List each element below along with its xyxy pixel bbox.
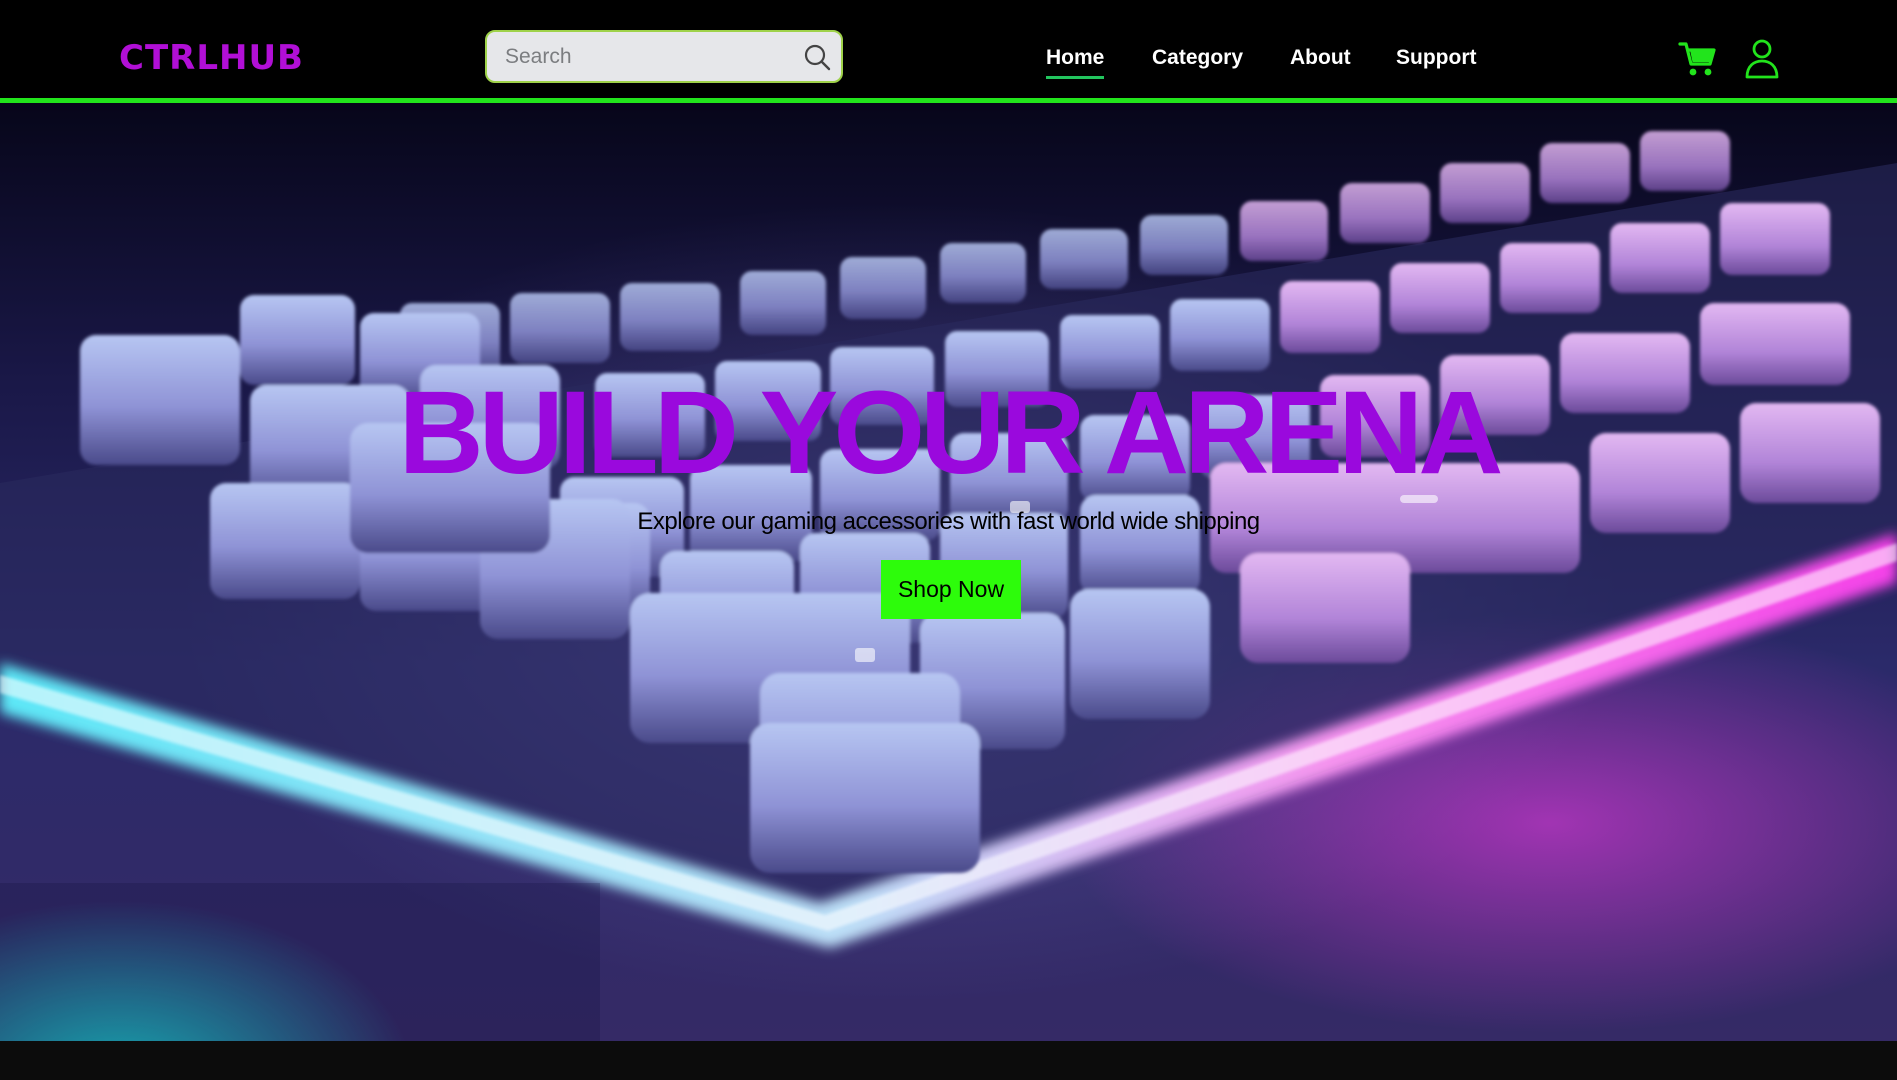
- nav-category[interactable]: Category: [1152, 44, 1243, 72]
- nav-home[interactable]: Home: [1046, 44, 1105, 79]
- brand-logo[interactable]: CTRLHUB: [119, 36, 304, 80]
- hero-subtitle: Explore our gaming accessories with fast…: [637, 508, 1260, 535]
- footer-strip: [0, 1041, 1897, 1080]
- shop-now-button[interactable]: Shop Now: [881, 560, 1021, 619]
- search-box[interactable]: [485, 30, 843, 83]
- site-header: CTRLHUB Home Category About Support: [0, 0, 1897, 103]
- user-icon[interactable]: [1744, 38, 1780, 80]
- search-icon[interactable]: [803, 43, 831, 71]
- hero-banner: BUILD YOUR ARENA Explore our gaming acce…: [0, 103, 1897, 1041]
- search-input[interactable]: [505, 42, 795, 72]
- nav-support[interactable]: Support: [1396, 44, 1476, 72]
- hero-title: BUILD YOUR ARENA: [398, 367, 1503, 499]
- nav-about[interactable]: About: [1290, 44, 1351, 72]
- cart-icon[interactable]: [1678, 40, 1718, 78]
